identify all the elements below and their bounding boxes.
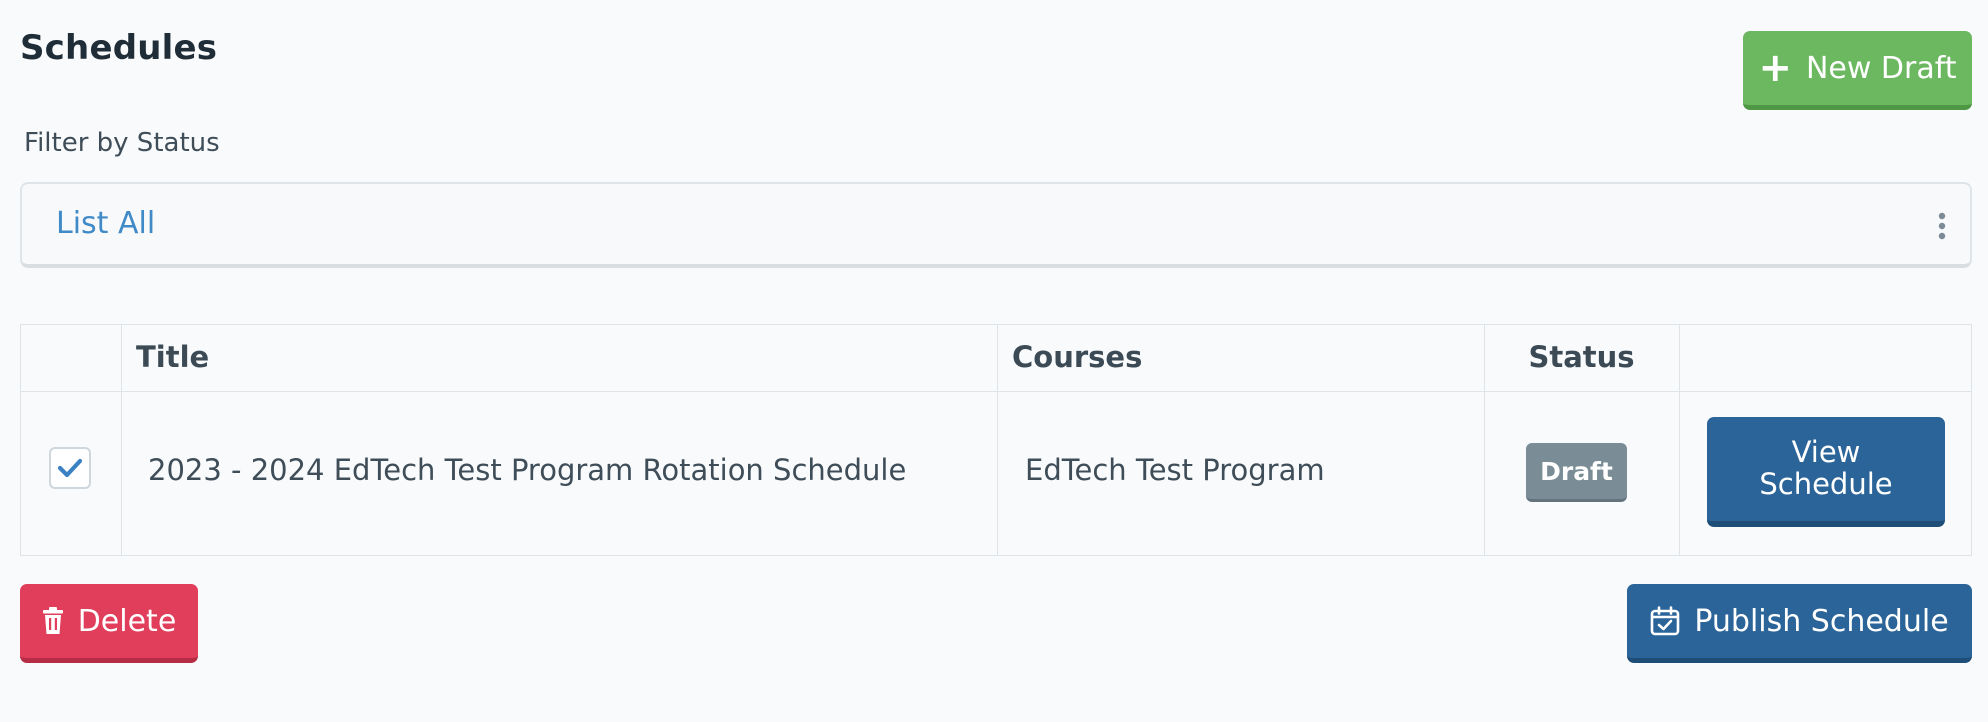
page-title: Schedules [20, 28, 218, 68]
delete-label: Delete [77, 603, 177, 639]
column-header-status: Status [1528, 340, 1635, 374]
table-row: 2023 - 2024 EdTech Test Program Rotation… [21, 391, 1971, 555]
row-courses: EdTech Test Program [1025, 453, 1325, 487]
column-header-courses: Courses [1012, 340, 1143, 374]
plus-icon: + [1758, 45, 1792, 91]
row-title: 2023 - 2024 EdTech Test Program Rotation… [148, 453, 907, 487]
publish-schedule-button[interactable]: Publish Schedule [1627, 584, 1972, 663]
column-header-title: Title [136, 340, 210, 374]
new-draft-label: New Draft [1805, 50, 1957, 86]
table-header-row: Title Courses Status [21, 325, 1971, 392]
filter-label: Filter by Status [24, 128, 220, 158]
trash-icon [42, 607, 64, 635]
new-draft-button[interactable]: + New Draft [1743, 31, 1972, 110]
row-select-checkbox[interactable] [49, 447, 91, 489]
publish-label: Publish Schedule [1694, 603, 1949, 639]
calendar-check-icon [1650, 606, 1680, 636]
view-schedule-button[interactable]: View Schedule [1707, 417, 1945, 527]
check-icon [57, 458, 83, 478]
status-badge: Draft [1526, 443, 1627, 502]
delete-button[interactable]: Delete [20, 584, 198, 663]
status-filter-value: List All [56, 206, 156, 241]
schedules-page: Schedules + New Draft Filter by Status L… [0, 0, 1988, 722]
status-filter-select[interactable]: List All [20, 182, 1972, 268]
schedules-table: Title Courses Status 2023 - 2024 EdTech … [20, 324, 1972, 556]
kebab-icon[interactable] [1938, 212, 1946, 240]
